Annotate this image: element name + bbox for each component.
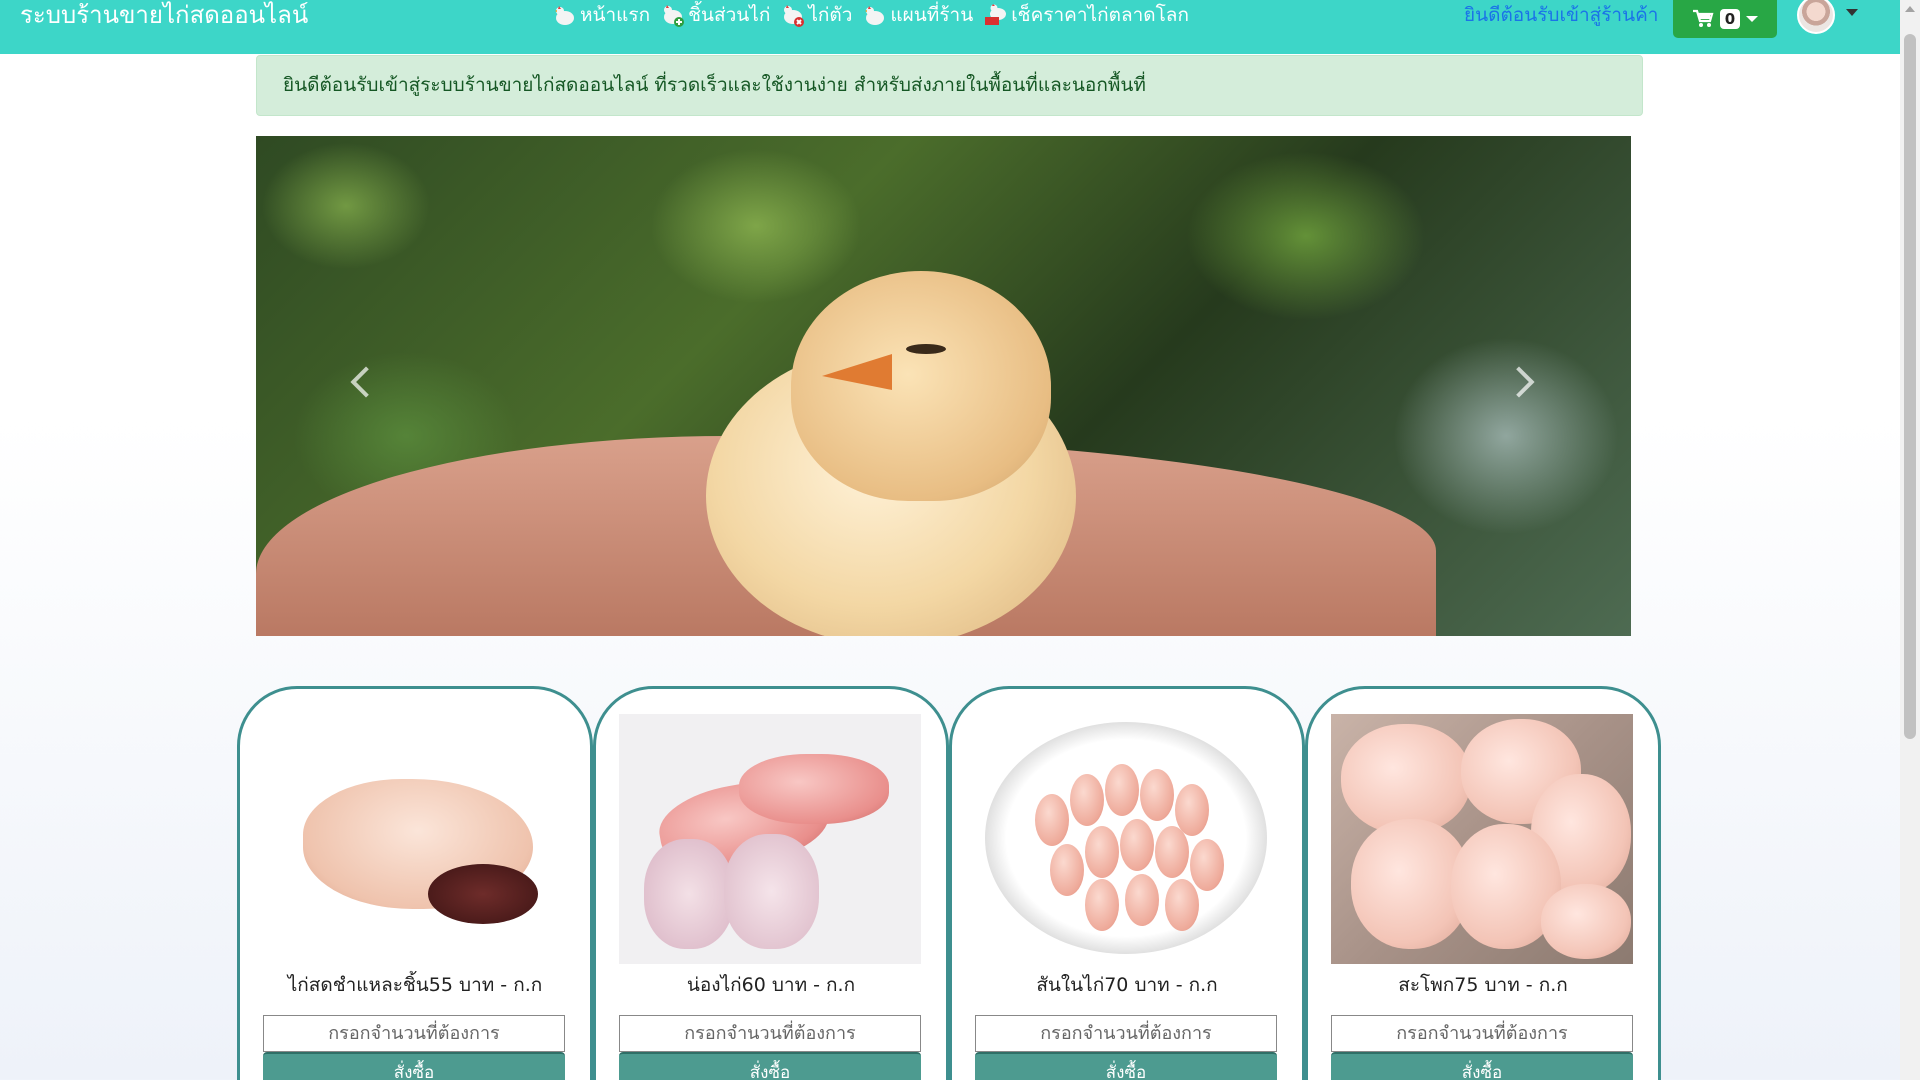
order-button[interactable]: สั่งซื้อ <box>1331 1052 1633 1080</box>
product-name: น่องไก่60 บาท - ก.ก <box>686 974 856 996</box>
chicken-liver-shape <box>428 864 538 924</box>
chevron-down-icon <box>1746 16 1759 22</box>
site-brand[interactable]: ระบบร้านขายไก่สดออนไลน์ <box>20 0 308 30</box>
tender-shape <box>1085 879 1119 931</box>
hen-cart-icon <box>985 4 1007 25</box>
tender-shape <box>1070 774 1104 826</box>
tender-shape <box>1125 874 1159 926</box>
quantity-input[interactable] <box>619 1015 921 1052</box>
product-card: สะโพก75 บาท - ก.ก สั่งซื้อ <box>1305 686 1661 1080</box>
order-button[interactable]: สั่งซื้อ <box>263 1052 565 1080</box>
tender-shape <box>1165 879 1199 931</box>
tender-shape <box>1190 839 1224 891</box>
chicken-leg-quarter-image <box>1331 714 1633 964</box>
tender-shape <box>1085 826 1119 878</box>
meat-piece-shape <box>739 754 889 824</box>
quantity-input[interactable] <box>1331 1015 1633 1052</box>
hen-plus-icon <box>664 5 685 27</box>
chevron-left-icon[interactable] <box>350 366 382 398</box>
product-name: สันในไก่70 บาท - ก.ก <box>1036 974 1218 996</box>
nav-link-label: เช็คราคาไก่ตลาดโลก <box>1011 4 1189 26</box>
leg-piece-shape <box>1341 724 1471 834</box>
scroll-up-arrow-icon[interactable] <box>1905 6 1915 12</box>
tender-shape <box>1105 764 1139 816</box>
nav-link-label: แผนที่ร้าน <box>890 4 974 26</box>
welcome-alert: ยินดีต้อนรับเข้าสู่ระบบร้านขายไก่สดออนไล… <box>256 55 1643 116</box>
user-avatar[interactable] <box>1797 0 1835 34</box>
nav-link-label: ชิ้นส่วนไก่ <box>688 4 771 26</box>
top-navbar: ระบบร้านขายไก่สดออนไลน์ หน้าแรก ชิ้นส่วน… <box>0 0 1900 54</box>
tender-shape <box>1140 769 1174 821</box>
hen-icon <box>555 6 574 25</box>
tender-shape <box>1050 844 1084 896</box>
hero-carousel <box>256 136 1631 636</box>
nav-link-label: ไก่ตัว <box>808 4 853 26</box>
drumstick-shape <box>644 839 734 949</box>
product-card: น่องไก่60 บาท - ก.ก สั่งซื้อ <box>593 686 949 1080</box>
nav-link-store-map[interactable]: แผนที่ร้าน <box>862 0 973 30</box>
shopping-cart-icon <box>1692 9 1714 27</box>
page-scrollbar[interactable] <box>1900 0 1920 1080</box>
chicken-tenderloin-image <box>975 714 1277 964</box>
user-menu-chevron-down-icon[interactable] <box>1846 9 1858 16</box>
product-list: ไก่สดชำแหละชิ้น55 บาท - ก.ก สั่งซื้อ น่อ… <box>237 686 1662 1080</box>
cart-button[interactable]: 0 <box>1673 0 1777 38</box>
quantity-input[interactable] <box>975 1015 1277 1052</box>
tender-shape <box>1155 826 1189 878</box>
tender-shape <box>1120 819 1154 871</box>
whole-chicken-image <box>263 714 565 964</box>
quantity-input[interactable] <box>263 1015 565 1052</box>
chick-beak-shape <box>822 354 892 390</box>
cart-count-badge: 0 <box>1719 9 1741 29</box>
nav-link-home[interactable]: หน้าแรก <box>552 0 650 30</box>
product-card: ไก่สดชำแหละชิ้น55 บาท - ก.ก สั่งซื้อ <box>237 686 593 1080</box>
hen-x-icon <box>784 5 805 27</box>
order-button[interactable]: สั่งซื้อ <box>619 1052 921 1080</box>
chick-eye-shape <box>906 344 946 354</box>
welcome-link[interactable]: ยินดีต้อนรับเข้าสู่ร้านค้า <box>1464 0 1658 30</box>
nav-link-world-price[interactable]: เช็คราคาไก่ตลาดโลก <box>983 0 1189 30</box>
chicken-thigh-image <box>619 714 921 964</box>
chevron-right-icon[interactable] <box>1503 366 1535 398</box>
hen-icon <box>865 6 885 25</box>
scroll-thumb[interactable] <box>1904 34 1916 739</box>
nav-link-whole-chicken[interactable]: ไก่ตัว <box>780 0 852 30</box>
nav-links: หน้าแรก ชิ้นส่วนไก่ ไก่ตัว แผนที่ร้าน เช… <box>552 0 1189 30</box>
tender-shape <box>1035 794 1069 846</box>
leg-piece-shape <box>1541 884 1631 959</box>
nav-link-chicken-parts[interactable]: ชิ้นส่วนไก่ <box>660 0 770 30</box>
order-button[interactable]: สั่งซื้อ <box>975 1052 1277 1080</box>
product-name: สะโพก75 บาท - ก.ก <box>1398 974 1568 996</box>
nav-link-label: หน้าแรก <box>580 4 651 26</box>
product-card: สันในไก่70 บาท - ก.ก สั่งซื้อ <box>949 686 1305 1080</box>
product-name: ไก่สดชำแหละชิ้น55 บาท - ก.ก <box>287 974 543 996</box>
drumstick-shape <box>724 834 819 949</box>
